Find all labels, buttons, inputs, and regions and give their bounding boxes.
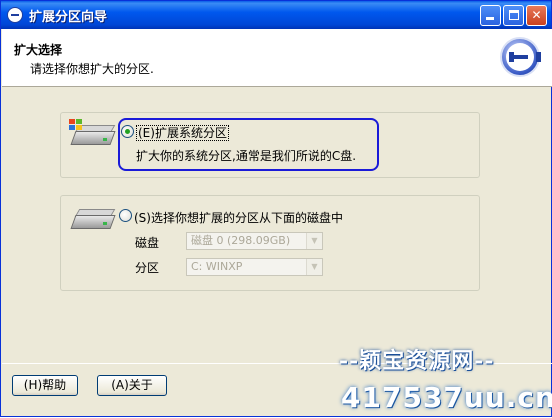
option-extend-system-description: 扩大你的系统分区,通常是我们所说的C盘. (136, 149, 357, 163)
minimize-icon (486, 17, 494, 20)
close-button[interactable]: ✕ (526, 5, 547, 26)
windows-logo-icon (69, 119, 83, 131)
watermark-line2: 417537uu.cn (341, 381, 552, 414)
radio-extend-system[interactable] (121, 125, 134, 138)
chevron-down-icon[interactable]: ▼ (306, 259, 322, 275)
partition-select-value: C: WINXP (191, 260, 243, 273)
partition-label: 分区 (135, 261, 160, 275)
window-title: 扩展分区向导 (29, 9, 108, 25)
hard-drive-icon (69, 207, 116, 233)
minimize-button[interactable] (480, 5, 501, 26)
maximize-button[interactable] (503, 5, 524, 26)
wizard-window: 扩展分区向导 ✕ 扩大选择 请选择你想扩大的分区. (E)扩展系统分区 扩大你的… (0, 0, 552, 417)
maximize-icon (509, 10, 519, 20)
header-subtitle: 请选择你想扩大的分区. (30, 62, 154, 76)
app-icon (7, 7, 23, 23)
help-button[interactable]: (H)帮助 (12, 375, 78, 396)
about-button[interactable]: (A)关于 (97, 375, 167, 396)
resize-arrows-icon (500, 37, 541, 77)
disk-select[interactable]: 磁盘 0 (298.09GB) ▼ (186, 232, 323, 250)
wizard-header: 扩大选择 请选择你想扩大的分区. (2, 29, 552, 87)
window-controls: ✕ (480, 5, 547, 26)
disk-select-value: 磁盘 0 (298.09GB) (191, 234, 291, 247)
watermark-line1: --颖宝资源网-- (339, 348, 495, 374)
option-select-partition-label[interactable]: (S)选择你想扩展的分区从下面的磁盘中 (134, 209, 343, 226)
disk-label: 磁盘 (135, 236, 160, 250)
title-bar[interactable]: 扩展分区向导 ✕ (1, 1, 551, 29)
chevron-down-icon[interactable]: ▼ (306, 233, 322, 249)
site-watermark: --颖宝资源网-- 417537uu.cn (333, 337, 552, 418)
close-icon: ✕ (531, 8, 542, 22)
header-title: 扩大选择 (14, 43, 63, 57)
partition-select[interactable]: C: WINXP ▼ (186, 258, 323, 276)
radio-select-partition[interactable] (119, 209, 132, 222)
option-extend-system-label[interactable]: (E)扩展系统分区 (136, 125, 229, 141)
